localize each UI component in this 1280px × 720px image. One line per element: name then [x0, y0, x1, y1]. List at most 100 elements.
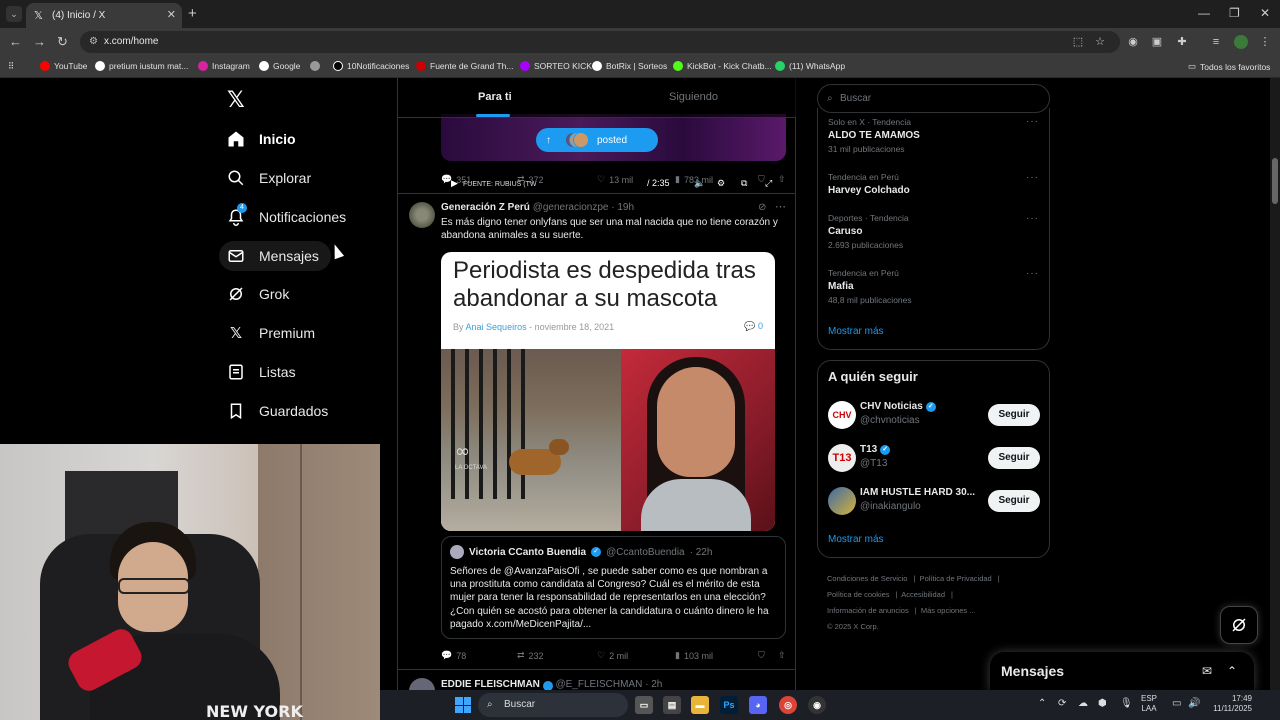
back-icon[interactable]: ←	[9, 34, 22, 49]
author-name[interactable]: Generación Z Perú	[441, 202, 530, 213]
start-button[interactable]	[455, 697, 471, 713]
tray-icon[interactable]: ⟳	[1058, 698, 1066, 709]
file-explorer-icon[interactable]: ▬	[691, 696, 709, 714]
profile-avatar[interactable]	[1234, 35, 1248, 49]
extensions-puzzle-icon[interactable]: ✚	[1175, 35, 1189, 49]
bookmark-kickbot[interactable]: KickBot - Kick Chatb...	[673, 61, 772, 71]
views-button[interactable]: ▮ 783 mil	[675, 174, 758, 185]
scrollbar-thumb[interactable]	[1272, 158, 1278, 204]
like-button[interactable]: ♡ 2 mil	[597, 650, 675, 661]
trend-item[interactable]: Tendencia en Perú Harvey Colchado	[828, 172, 910, 196]
clock[interactable]: 17:49 11/11/2025	[1206, 694, 1252, 714]
bookmark-instagram[interactable]: Instagram	[198, 61, 250, 71]
bookmark-icon[interactable]: ⛉	[758, 650, 778, 661]
trend-item[interactable]: Solo en X · Tendencia ALDO TE AMAMOS 31 …	[828, 117, 920, 154]
discord-icon[interactable]: ◕	[749, 696, 767, 714]
author-handle[interactable]: @generacionzpe	[533, 202, 609, 213]
language-indicator[interactable]: ESP LAA	[1141, 694, 1157, 714]
repost-button[interactable]: ⇄ 232	[517, 650, 597, 661]
bookmark-globe[interactable]	[310, 61, 320, 71]
reload-icon[interactable]: ↻	[57, 34, 68, 50]
tab-search-button[interactable]: ⌄	[6, 6, 22, 22]
bookmark-botrix[interactable]: BotRix | Sorteos	[592, 61, 667, 71]
quoted-tweet[interactable]: Victoria CCanto Buendia ✓ @CcantoBuendia…	[441, 536, 786, 639]
messages-drawer[interactable]: Mensajes ✉ ⌃	[990, 652, 1254, 690]
tray-chevron-icon[interactable]: ⌃	[1038, 698, 1046, 709]
follow-button[interactable]: Seguir	[988, 404, 1040, 426]
avatar[interactable]	[409, 678, 435, 690]
avatar[interactable]	[409, 202, 435, 228]
menu-icon[interactable]: ⋮	[1258, 35, 1272, 49]
follow-item[interactable]: CHV CHV Noticias ✓ @chvnoticias Seguir	[828, 401, 1040, 431]
like-button[interactable]: ♡ 13 mil	[597, 174, 675, 185]
close-window-button[interactable]: ✕	[1260, 6, 1270, 20]
bookmark-pretium[interactable]: pretium iustum mat...	[95, 61, 188, 71]
all-bookmarks[interactable]: ▭ Todos los favoritos	[1188, 61, 1270, 72]
search-input[interactable]: ⌕ Buscar	[817, 84, 1050, 113]
mic-icon[interactable]: 🎙	[1120, 698, 1133, 709]
share-icon[interactable]: ⇧	[778, 650, 786, 661]
new-posts-pill[interactable]: ↑ posted	[536, 128, 658, 152]
nav-messages[interactable]: Mensajes	[219, 241, 331, 271]
nav-explore[interactable]: Explorar	[227, 169, 311, 187]
forward-icon[interactable]: →	[33, 34, 46, 49]
site-info-icon[interactable]: ⚙	[89, 31, 98, 53]
bookmark-10notificaciones[interactable]: 10Notificaciones	[333, 61, 409, 71]
nav-bookmarks[interactable]: Guardados	[227, 402, 328, 420]
chrome-icon[interactable]: ◎	[779, 696, 797, 714]
network-icon[interactable]: ▭	[1172, 698, 1181, 709]
app-icon[interactable]: ▤	[663, 696, 681, 714]
address-bar[interactable]: ⚙ x.com/home	[80, 31, 1120, 53]
obs-icon[interactable]: ◉	[808, 696, 826, 714]
collapse-icon[interactable]: ⌃	[1227, 664, 1237, 678]
tab-para-ti[interactable]: Para ti	[478, 91, 512, 103]
tweet-time[interactable]: · 19h	[611, 202, 634, 213]
nav-premium[interactable]: 𝕏 Premium	[227, 324, 315, 342]
repost-button[interactable]: ⇄ 372	[517, 174, 597, 185]
bookmark-fuente[interactable]: Fuente de Grand Th...	[416, 61, 513, 71]
show-more-follow[interactable]: Mostrar más	[828, 534, 884, 545]
browser-tab[interactable]: 𝕏 (4) Inicio / X ✕	[26, 3, 182, 28]
follow-button[interactable]: Seguir	[988, 490, 1040, 512]
bookmark-icon[interactable]: ⛉	[758, 174, 778, 185]
more-icon[interactable]: ···	[1026, 268, 1039, 279]
bookmark-google[interactable]: Google	[259, 61, 300, 71]
reply-button[interactable]: 💬 78	[441, 650, 517, 661]
restore-button[interactable]: ❐	[1229, 6, 1240, 20]
extension-icon[interactable]: ▣	[1150, 35, 1164, 49]
show-more-trends[interactable]: Mostrar más	[828, 326, 884, 337]
task-view-icon[interactable]: ▭	[635, 696, 653, 714]
follow-button[interactable]: Seguir	[988, 447, 1040, 469]
tab-siguiendo[interactable]: Siguiendo	[669, 91, 718, 103]
nav-grok[interactable]: Grok	[227, 285, 289, 303]
taskbar-search[interactable]: ⌕ Buscar	[478, 693, 628, 717]
share-icon[interactable]: ⇧	[778, 174, 786, 185]
more-icon[interactable]: ···	[1026, 116, 1039, 127]
new-tab-button[interactable]: +	[188, 5, 197, 22]
star-icon[interactable]: ☆	[1093, 35, 1107, 49]
bookmark-whatsapp[interactable]: (11) WhatsApp	[775, 61, 845, 71]
trend-item[interactable]: Deportes · Tendencia Caruso 2.693 public…	[828, 213, 909, 250]
photoshop-icon[interactable]: Ps	[720, 696, 738, 714]
follow-item[interactable]: T13 T13 ✓ @T13 Seguir	[828, 444, 1040, 474]
install-icon[interactable]: ⬚	[1071, 35, 1085, 49]
close-tab-icon[interactable]: ✕	[167, 8, 176, 21]
grok-icon[interactable]: ⊘	[758, 202, 766, 213]
nav-lists[interactable]: Listas	[227, 363, 296, 381]
bookmark-sorteo-kick[interactable]: SORTEO KICK	[520, 61, 592, 71]
nav-notifications[interactable]: 4 Notificaciones	[227, 203, 346, 226]
bookmark-youtube[interactable]: YouTube	[40, 61, 87, 71]
x-logo-icon[interactable]: 𝕏	[227, 88, 245, 113]
apps-icon[interactable]: ⠿	[8, 61, 14, 72]
follow-item[interactable]: IAM HUSTLE HARD 30... @inakiangulo Segui…	[828, 487, 1040, 517]
more-icon[interactable]: ⋯	[775, 200, 786, 213]
link-card-image[interactable]: Periodista es despedida tras abandonar a…	[441, 252, 775, 531]
nav-home[interactable]: Inicio	[227, 130, 296, 148]
grok-button[interactable]	[1220, 606, 1258, 644]
tray-icon[interactable]: ⬢	[1098, 698, 1107, 709]
minimize-button[interactable]: —	[1198, 6, 1210, 20]
more-icon[interactable]: ···	[1026, 172, 1039, 183]
media-icon[interactable]: ≡	[1209, 35, 1223, 49]
extension-icon[interactable]: ◉	[1126, 35, 1140, 49]
views-button[interactable]: ▮ 103 mil	[675, 650, 758, 661]
